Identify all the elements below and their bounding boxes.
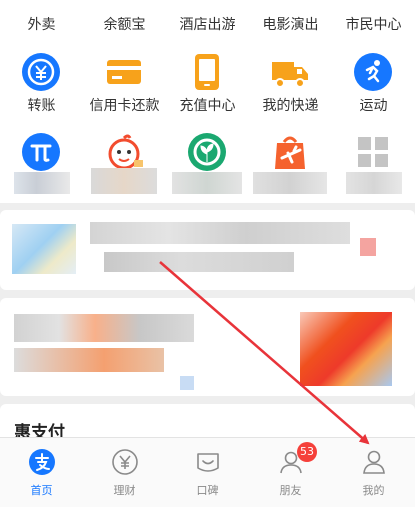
service-label: 酒店出游 <box>179 17 236 33</box>
tab-me[interactable]: 我的 <box>332 438 415 507</box>
delivery-truck-icon <box>272 62 308 88</box>
transfer-icon <box>22 53 60 91</box>
tab-koubei[interactable]: 口碑 <box>166 438 249 507</box>
service-hotel-travel[interactable]: 酒店出游 <box>166 0 249 40</box>
tab-label: 我的 <box>362 484 385 497</box>
more-grid-icon <box>358 137 388 167</box>
pixelated-label <box>172 172 242 194</box>
koubei-icon <box>197 453 219 472</box>
tab-label: 口碑 <box>196 484 219 497</box>
pixelated-text <box>14 314 194 342</box>
service-sport[interactable]: 运动 <box>332 48 415 120</box>
profile-icon <box>363 450 385 474</box>
service-label: 余额宝 <box>103 17 146 33</box>
pixelated-text <box>90 222 350 244</box>
service-item-3[interactable] <box>166 128 249 200</box>
service-delivery[interactable]: 我的快递 <box>249 48 332 120</box>
service-yuebao[interactable]: 余额宝 <box>83 0 166 40</box>
service-takeout[interactable]: 外卖 <box>0 0 83 40</box>
pixelated-label <box>14 172 70 194</box>
service-label: 电影演出 <box>262 17 319 33</box>
pixelated-mark <box>180 376 194 390</box>
travel-bag-icon <box>275 136 305 169</box>
alipay-home-icon <box>29 449 55 475</box>
pixelated-card[interactable] <box>0 210 415 290</box>
pixelated-card[interactable] <box>0 298 415 396</box>
tab-label: 首页 <box>30 484 53 497</box>
tab-label: 朋友 <box>279 484 302 497</box>
service-citizen-center[interactable]: 市民中心 <box>332 0 415 40</box>
service-item-1[interactable] <box>0 128 83 200</box>
leaf-icon <box>188 133 226 171</box>
phone-recharge-icon <box>195 54 219 90</box>
pixelated-text <box>14 348 164 372</box>
pixelated-image <box>12 224 76 274</box>
service-label: 运动 <box>359 98 388 114</box>
service-item-4[interactable] <box>249 128 332 200</box>
sport-runner-icon <box>354 53 392 91</box>
pixelated-mark <box>360 238 376 256</box>
mascot-icon <box>108 134 143 170</box>
service-label: 我的快递 <box>262 98 319 114</box>
pixelated-label <box>253 172 327 194</box>
unread-badge: 53 <box>297 442 317 462</box>
yuan-circle-icon <box>112 449 138 475</box>
service-label: 转账 <box>27 98 56 114</box>
tab-home[interactable]: 首页 <box>0 438 83 507</box>
service-row-2: 转账 信用卡还款 充值中心 我的快递 运动 <box>0 48 415 120</box>
service-row-1: 外卖 余额宝 酒店出游 电影演出 市民中心 <box>0 0 415 40</box>
service-phone-recharge[interactable]: 充值中心 <box>166 48 249 120</box>
service-label: 充值中心 <box>179 98 236 114</box>
service-grid: 外卖 余额宝 酒店出游 电影演出 市民中心 转账 信用卡还款 充值中心 我的快递… <box>0 0 415 203</box>
credit-card-icon <box>107 60 141 84</box>
pixelated-image <box>300 312 392 386</box>
pi-icon <box>22 133 60 171</box>
service-movie-show[interactable]: 电影演出 <box>249 0 332 40</box>
tab-label: 理财 <box>113 484 136 497</box>
service-row-3 <box>0 128 415 200</box>
pixelated-text <box>104 252 294 272</box>
service-label: 市民中心 <box>345 17 402 33</box>
pixelated-label <box>346 172 402 194</box>
service-label: 外卖 <box>27 17 56 33</box>
service-transfer[interactable]: 转账 <box>0 48 83 120</box>
pixelated-label <box>91 168 157 194</box>
service-item-2[interactable] <box>83 128 166 200</box>
tab-friends[interactable]: 53 朋友 <box>249 438 332 507</box>
service-credit-card[interactable]: 信用卡还款 <box>83 48 166 120</box>
bottom-tab-bar: 首页 理财 口碑 53 朋友 我的 <box>0 437 415 507</box>
tab-wealth[interactable]: 理财 <box>83 438 166 507</box>
service-more[interactable] <box>332 128 415 200</box>
service-label: 信用卡还款 <box>89 98 160 114</box>
